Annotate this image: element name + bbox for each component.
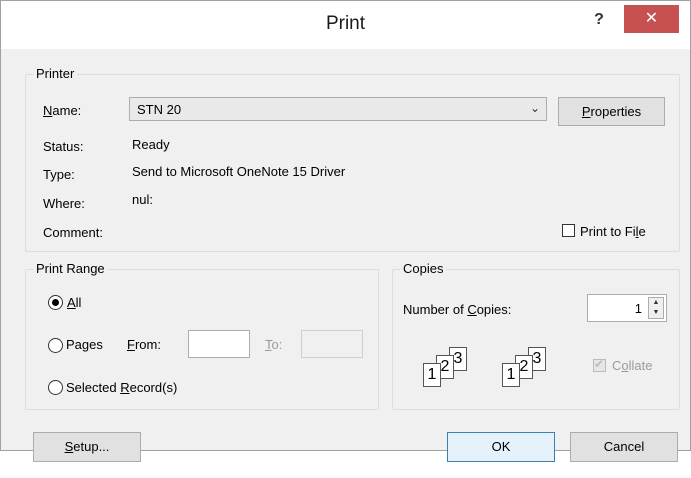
copies-spinner[interactable]: 1 ▲ ▼	[587, 294, 667, 322]
radio-selected-dot	[52, 299, 59, 306]
copies-group-label: Copies	[400, 261, 447, 276]
print-to-file-checkbox[interactable]	[562, 224, 575, 237]
name-label: Name:	[43, 103, 82, 118]
collate-pages-icon: 3 2 1	[419, 347, 489, 392]
selected-records-radio[interactable]	[48, 380, 63, 395]
pages-radio[interactable]	[48, 338, 63, 353]
printer-name-select[interactable]: STN 20 ⌄	[129, 97, 547, 121]
print-range-group-label: Print Range	[33, 261, 108, 276]
where-value: nul:	[132, 192, 153, 207]
close-icon: ✕	[644, 10, 659, 27]
selected-records-label[interactable]: Selected Record(s)	[66, 380, 177, 395]
where-label: Where:	[43, 196, 85, 211]
pages-label[interactable]: Pages	[66, 337, 103, 352]
page-1-icon: 1	[423, 363, 441, 387]
spin-up-icon[interactable]: ▲	[649, 298, 663, 308]
ok-button[interactable]: OK	[447, 432, 555, 462]
printer-name-value: STN 20	[137, 102, 182, 117]
print-to-file-label[interactable]: Print to File	[580, 224, 646, 239]
page-1-icon: 1	[502, 363, 520, 387]
all-label[interactable]: All	[67, 295, 81, 310]
collate-pages-icon-2: 3 2 1	[498, 347, 568, 392]
collate-checkbox[interactable]: ✔	[593, 357, 606, 372]
setup-button[interactable]: Setup...	[33, 432, 141, 462]
properties-button[interactable]: Properties	[558, 97, 665, 126]
cancel-button[interactable]: Cancel	[570, 432, 678, 462]
spinner-buttons[interactable]: ▲ ▼	[648, 297, 664, 319]
collate-label[interactable]: Collate	[612, 358, 652, 373]
printer-group-label: Printer	[33, 66, 78, 81]
title-bar: Print ? ✕	[1, 1, 690, 49]
print-dialog: Print ? ✕ Printer Name: STN 20 ⌄ Propert…	[0, 0, 691, 462]
spin-down-icon[interactable]: ▼	[649, 308, 663, 318]
help-button[interactable]: ?	[589, 11, 609, 35]
to-label: To:	[265, 337, 283, 352]
copies-value: 1	[634, 301, 642, 316]
comment-label: Comment:	[43, 225, 103, 240]
status-label: Status:	[43, 139, 84, 154]
checkmark-icon: ✔	[594, 357, 605, 371]
to-input[interactable]	[301, 330, 363, 358]
chevron-down-icon: ⌄	[529, 101, 540, 115]
from-label: From:	[127, 337, 161, 352]
type-value: Send to Microsoft OneNote 15 Driver	[132, 164, 346, 179]
dialog-title: Print	[325, 13, 366, 34]
close-button[interactable]: ✕	[624, 5, 679, 33]
all-radio[interactable]	[48, 295, 63, 310]
from-input[interactable]	[188, 330, 250, 358]
number-of-copies-label: Number of Copies:	[403, 302, 512, 317]
type-label: Type:	[43, 167, 75, 182]
status-value: Ready	[132, 137, 170, 152]
